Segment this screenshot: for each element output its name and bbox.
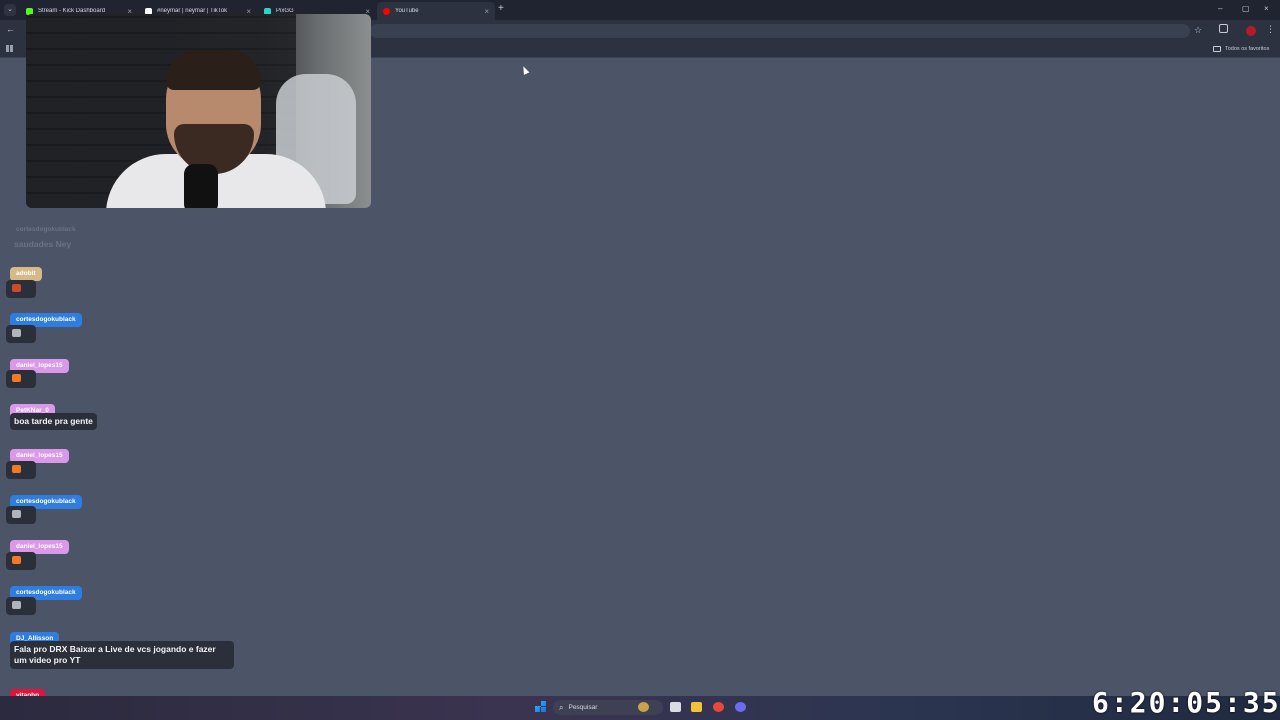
emote-icon [12,374,21,382]
bookmark-star-icon[interactable]: ☆ [1194,25,1202,36]
chat-emote [6,280,36,298]
widgets-icon[interactable] [638,702,649,712]
chat-emote [6,461,36,479]
tab-label: YouTube [395,8,419,14]
maximize-button[interactable]: ▢ [1242,4,1250,13]
folder-icon [1213,46,1221,52]
chat-text: saudades Ney [14,239,72,249]
all-bookmarks-button[interactable]: Todos os favoritos [1213,46,1269,52]
profile-avatar[interactable] [1246,26,1256,36]
chat-emote [6,597,36,615]
youtube-favicon-icon [383,7,390,15]
extensions-icon[interactable] [1219,24,1228,33]
chat-emote [6,370,36,388]
taskbar-search-label: Pesquisar [568,704,598,711]
chat-text: boa tarde pra gente [10,413,97,430]
search-icon: ⌕ [559,702,564,712]
webcam-overlay [26,14,371,208]
discord-icon[interactable] [735,702,746,712]
emote-icon [12,601,21,609]
tab-search-icon[interactable]: ⌄ [4,4,16,16]
tab-close-icon[interactable]: × [484,7,489,16]
chat-text: Fala pro DRX Baixar a Live de vcs jogand… [10,641,234,669]
minimize-button[interactable]: – [1218,4,1222,13]
emote-icon [12,329,21,337]
back-arrow-icon[interactable]: ← [6,24,15,34]
address-bar[interactable] [370,24,1190,38]
chat-username: adobit [10,267,42,281]
emote-icon [12,510,21,518]
new-tab-button[interactable]: + [498,3,504,14]
microphone [184,164,218,208]
chat-message: adobit [10,262,42,281]
emote-icon [12,284,21,292]
apps-grid-icon[interactable] [6,45,13,52]
all-bookmarks-label: Todos os favoritos [1225,46,1270,52]
mouse-cursor-icon [520,65,530,75]
stream-clock: 6:20:05:35 [1092,686,1280,719]
emote-icon [12,556,21,564]
chat-username: cortesdogokublack [16,226,76,233]
streamer-hair [166,50,261,90]
tab-youtube[interactable]: YouTube × [377,2,495,20]
more-menu-icon[interactable]: ⋮ [1266,24,1275,35]
file-explorer-icon[interactable] [691,702,702,712]
emote-icon [12,465,21,473]
close-window-button[interactable]: × [1264,4,1269,13]
chat-emote [6,325,36,343]
chat-emote [6,506,36,524]
chat-emote [6,552,36,570]
task-view-icon[interactable] [670,702,681,712]
chrome-icon[interactable] [713,702,724,712]
chat-message: cortesdogokublack [10,218,82,237]
